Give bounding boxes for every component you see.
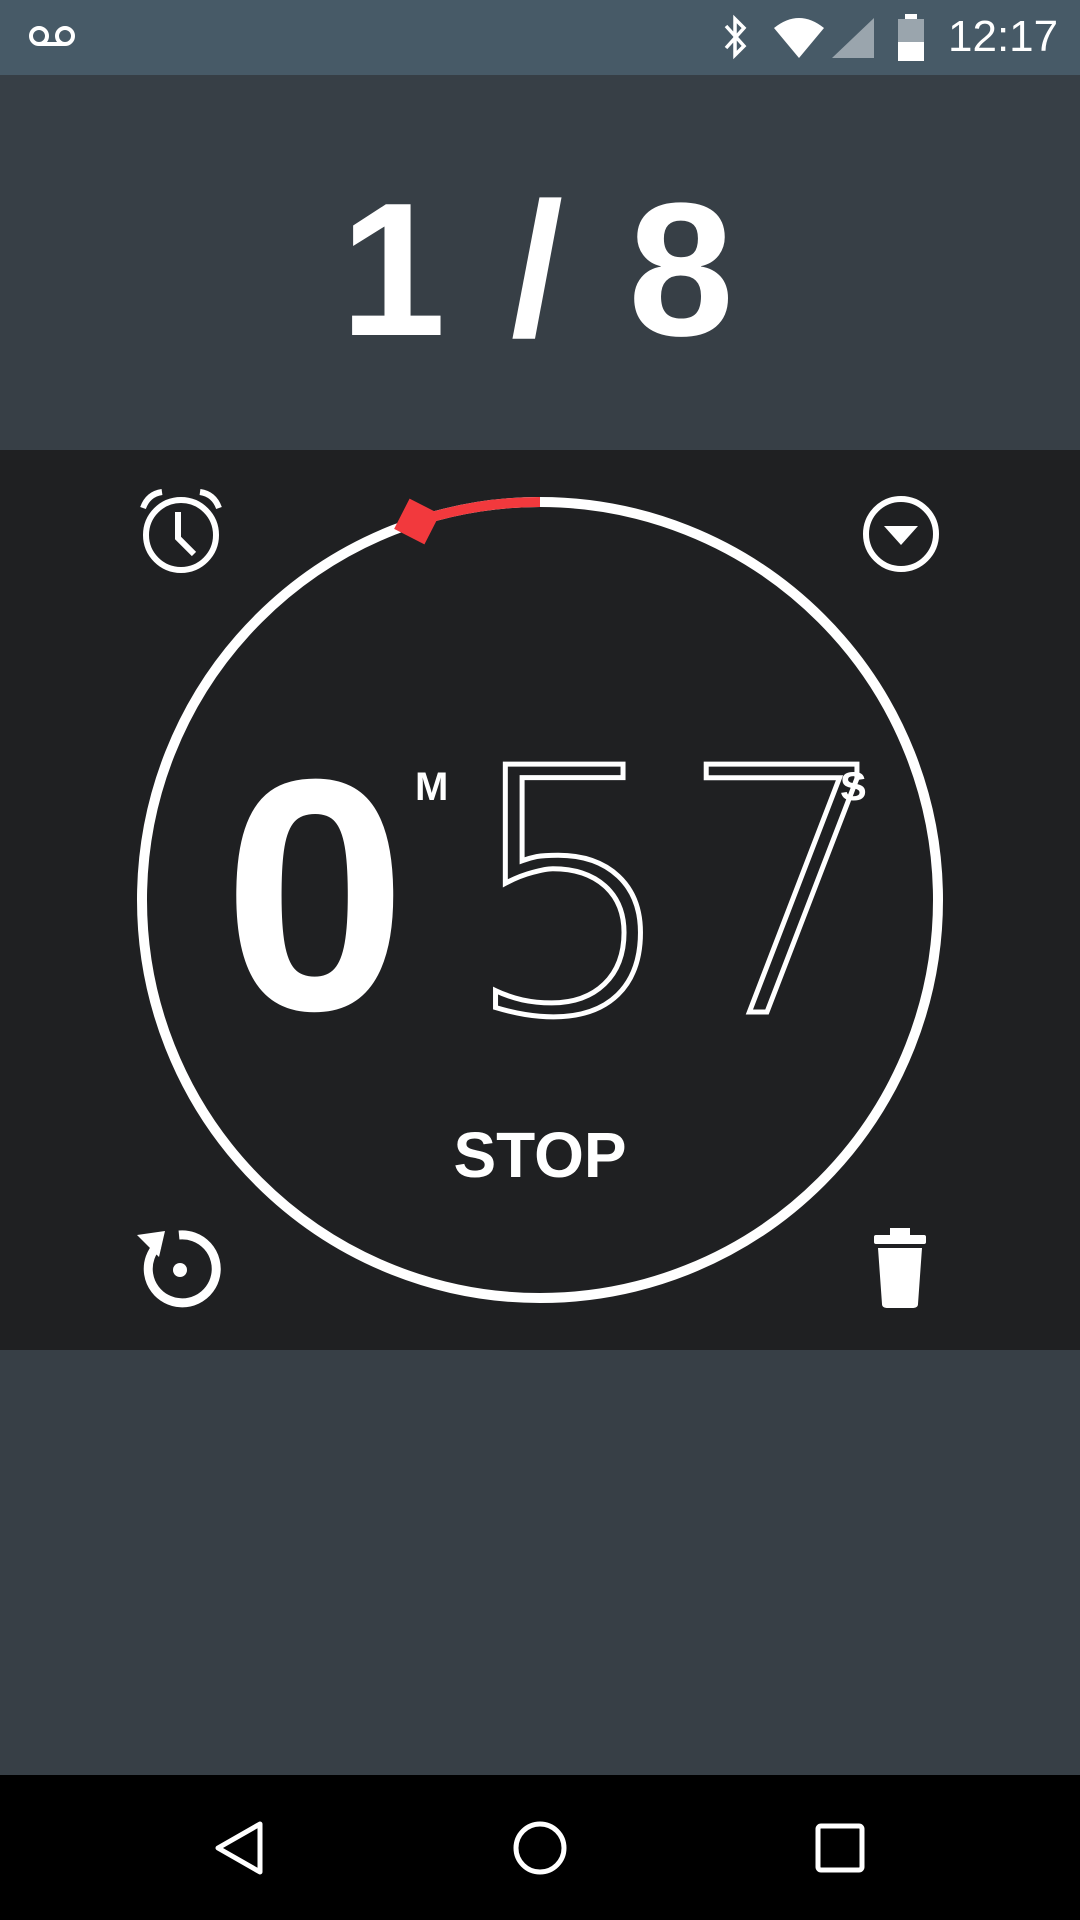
minutes-value: 0	[223, 710, 407, 1079]
back-icon	[215, 1821, 263, 1874]
reset-icon[interactable]	[135, 1225, 221, 1311]
home-icon	[513, 1821, 567, 1874]
timer-list-area	[0, 1350, 1080, 1775]
alarm-clock-icon[interactable]	[138, 488, 224, 574]
dropdown-circle-icon[interactable]	[862, 495, 940, 573]
progress-handle	[394, 498, 440, 545]
back-button[interactable]	[160, 1775, 320, 1920]
minutes-unit-label: M	[415, 765, 449, 809]
recents-button[interactable]	[760, 1775, 920, 1920]
home-button[interactable]	[460, 1775, 620, 1920]
seconds-unit-label: S	[840, 765, 867, 809]
seconds-value: 57	[460, 697, 898, 1093]
trash-icon[interactable]	[872, 1228, 928, 1308]
navigation-bar	[0, 1775, 1080, 1920]
recents-icon	[815, 1823, 865, 1872]
stop-button[interactable]: STOP	[400, 1115, 680, 1195]
